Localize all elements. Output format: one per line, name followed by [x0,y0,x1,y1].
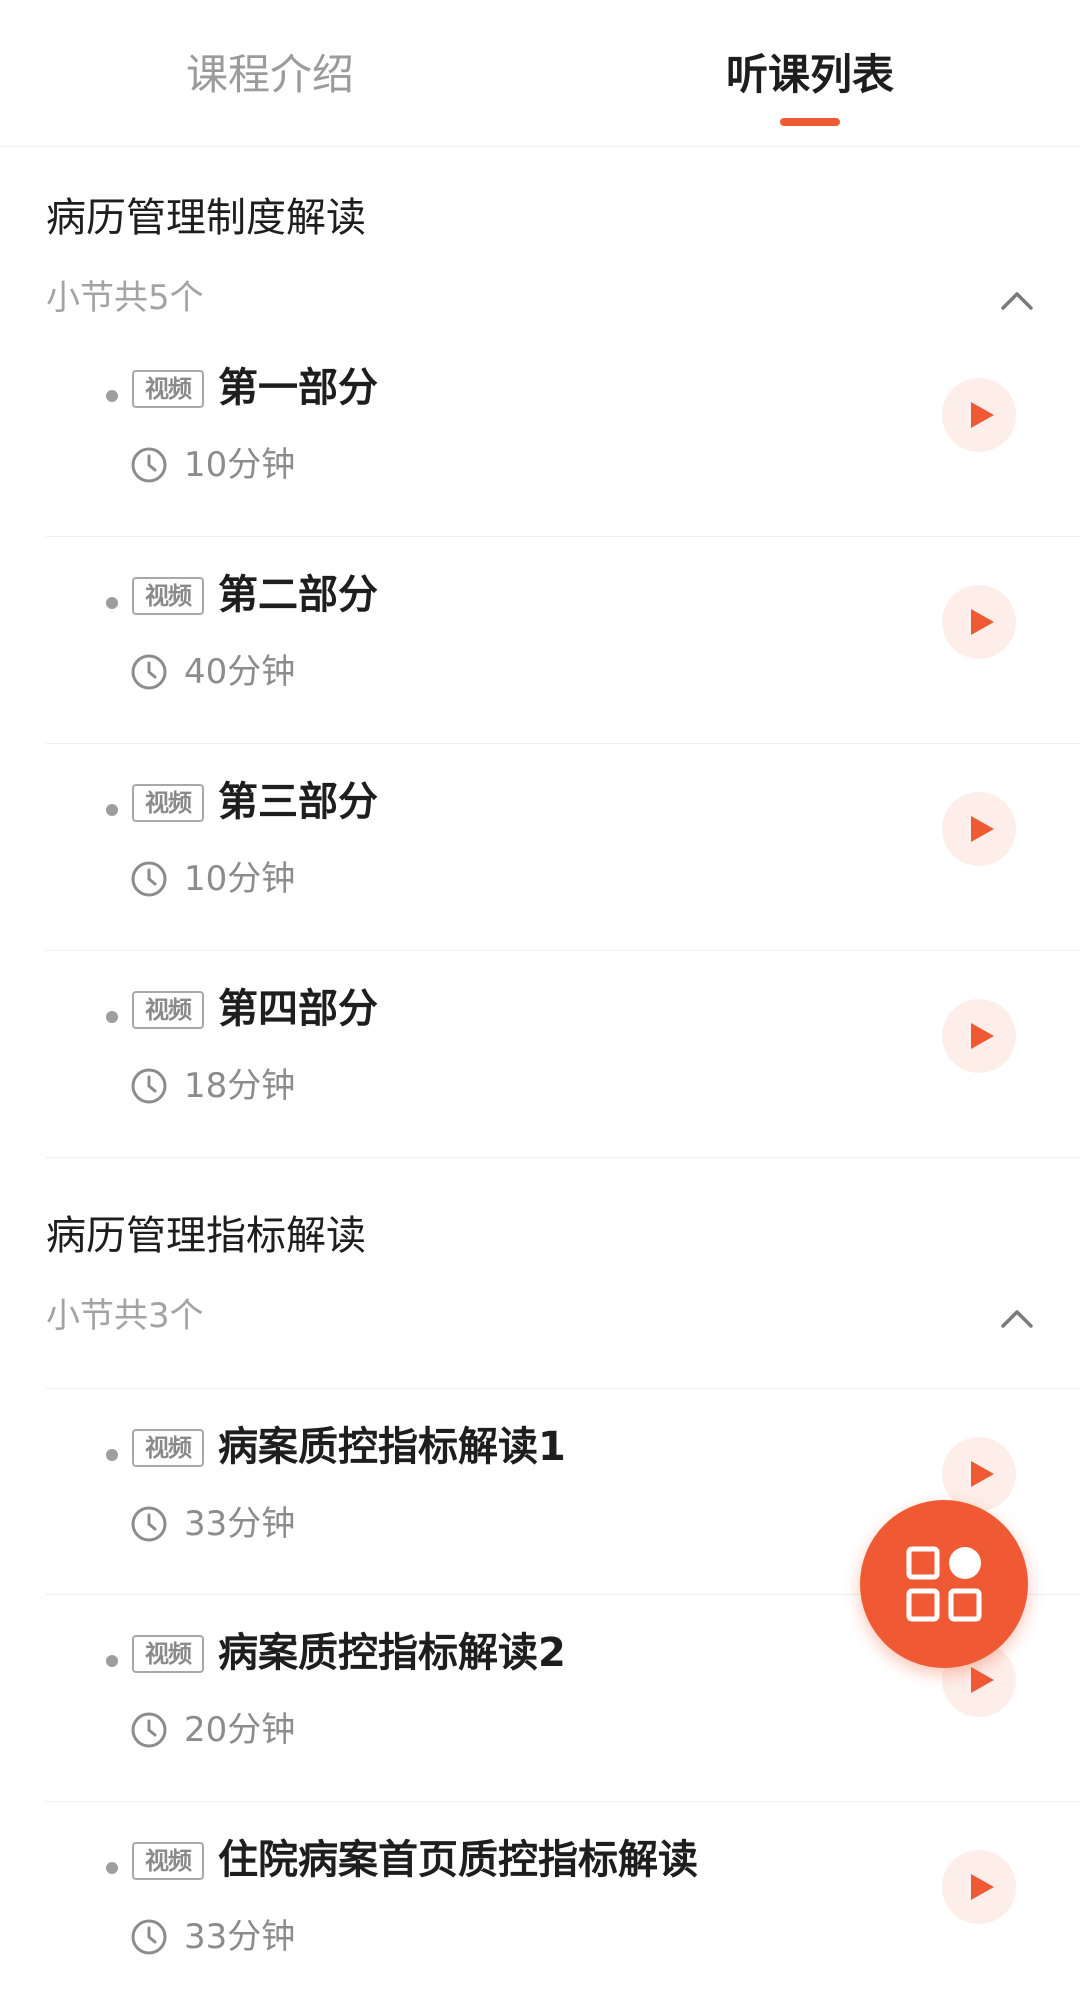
clock-icon [131,1712,167,1748]
item-duration: 40分钟 [184,652,296,692]
video-tag: 视频 [132,370,204,408]
clock-icon [131,654,167,690]
item-title: 第一部分 [218,365,378,411]
floating-menu-button[interactable] [860,1500,1028,1668]
video-tag: 视频 [132,577,204,615]
bullet-dot [106,1011,118,1023]
clock-icon [131,1919,167,1955]
list-item[interactable]: 视频 第一部分 10分钟 [46,330,1080,537]
bullet-dot [106,1862,118,1874]
play-icon [971,402,994,428]
play-icon [971,1874,994,1900]
clock-icon [131,1068,167,1104]
play-button[interactable] [942,378,1016,452]
bullet-dot [106,1655,118,1667]
list-item[interactable]: 视频 第三部分 10分钟 [46,744,1080,951]
play-button[interactable] [942,585,1016,659]
tab-lesson-list[interactable]: 听课列表 [630,40,990,110]
play-button[interactable] [942,792,1016,866]
video-tag: 视频 [132,784,204,822]
item-title: 第二部分 [218,572,378,618]
item-duration: 20分钟 [184,1710,296,1750]
item-duration: 33分钟 [184,1917,296,1957]
play-icon [971,1023,994,1049]
chevron-up-icon[interactable] [997,280,1037,320]
clock-icon [131,447,167,483]
chevron-up-icon[interactable] [997,1298,1037,1338]
video-tag: 视频 [132,1635,204,1673]
bullet-dot [106,1449,118,1461]
item-duration: 10分钟 [184,859,296,899]
clock-icon [131,861,167,897]
bullet-dot [106,390,118,402]
item-duration: 33分钟 [184,1504,296,1544]
bullet-dot [106,804,118,816]
video-tag: 视频 [132,1429,204,1467]
section-title: 病历管理制度解读 [46,195,366,241]
bullet-dot [106,597,118,609]
section-count[interactable]: 小节共3个 [46,1292,204,1340]
section-title: 病历管理指标解读 [46,1213,366,1259]
item-duration: 10分钟 [184,445,296,485]
item-title: 第四部分 [218,986,378,1032]
item-title: 病案质控指标解读1 [218,1424,566,1470]
video-tag: 视频 [132,1842,204,1880]
video-tag: 视频 [132,991,204,1029]
play-button[interactable] [942,999,1016,1073]
section-count[interactable]: 小节共5个 [46,274,204,322]
tab-bar: 课程介绍 听课列表 [0,0,1080,147]
play-button[interactable] [942,1850,1016,1924]
play-icon [971,609,994,635]
list-item[interactable]: 视频 第四部分 18分钟 [46,951,1080,1158]
item-duration: 18分钟 [184,1066,296,1106]
active-tab-indicator [780,118,840,126]
list-item[interactable]: 视频 第二部分 40分钟 [46,537,1080,744]
item-title: 第三部分 [218,779,378,825]
clock-icon [131,1506,167,1542]
grid-menu-icon [906,1546,982,1622]
item-title: 病案质控指标解读2 [218,1630,566,1676]
play-icon [971,816,994,842]
tab-course-intro[interactable]: 课程介绍 [90,40,450,110]
list-item[interactable]: 视频 住院病案首页质控指标解读 33分钟 [46,1802,1080,2009]
item-title: 住院病案首页质控指标解读 [218,1837,698,1883]
